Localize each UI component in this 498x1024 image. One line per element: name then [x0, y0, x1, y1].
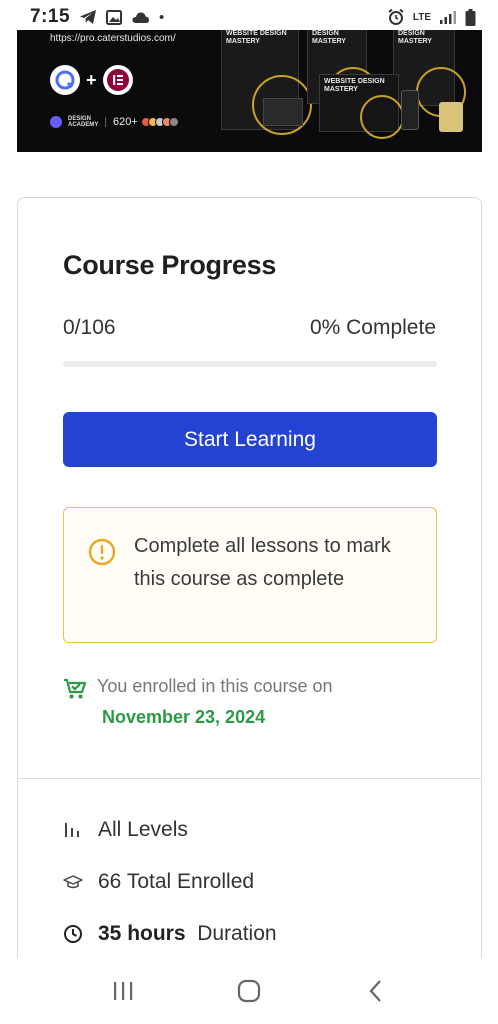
duration-value: 35 hours: [98, 922, 186, 945]
back-chevron-icon: [369, 980, 381, 1002]
recent-apps-icon: [114, 982, 133, 1000]
back-button[interactable]: [355, 971, 395, 1011]
banner-phone-shape: [401, 90, 419, 130]
clock-icon: [64, 925, 82, 943]
banner-laptop-shape: [263, 98, 303, 126]
elementor-logo: [102, 65, 133, 95]
banner-enrolled-count: 620+: [112, 116, 138, 128]
system-nav-bar: [0, 958, 498, 1024]
plus-icon: +: [86, 69, 97, 90]
meta-enrolled: 66 Total Enrolled: [63, 870, 254, 894]
card-title: Course Progress: [63, 250, 277, 280]
meta-level-text: All Levels: [98, 818, 188, 841]
status-bar: 7:15 • LTE: [0, 0, 498, 34]
banner-url: https://pro.caterstudios.com/: [50, 33, 176, 44]
network-type-label: LTE: [412, 11, 431, 23]
course-banner-image: https://pro.caterstudios.com/ + DESIGN AC…: [17, 30, 482, 152]
recent-apps-button[interactable]: [103, 971, 143, 1011]
meta-duration: 35 hours Duration: [63, 922, 277, 946]
gallery-icon: [106, 9, 123, 25]
brand-q-logo: [50, 65, 80, 95]
cart-check-icon: [64, 678, 87, 699]
academy-label: DESIGN ACADEMY: [68, 116, 99, 128]
banner-academy-row: DESIGN ACADEMY | 620+: [50, 116, 179, 128]
progress-count: 0/106: [63, 316, 116, 339]
enroll-date: November 23, 2024: [102, 707, 266, 727]
telegram-icon: [80, 10, 97, 24]
duration-label: Duration: [197, 922, 277, 945]
notice-text: Complete all lessons to mark this course…: [134, 535, 391, 590]
home-button[interactable]: [229, 971, 269, 1011]
progress-bar: [63, 361, 437, 367]
start-learning-button[interactable]: Start Learning: [63, 412, 437, 467]
course-progress-card: Course Progress 0/106 0% Complete Start …: [17, 197, 482, 977]
warning-circle-icon: [88, 538, 116, 566]
enroll-text: You enrolled in this course on: [97, 676, 333, 696]
level-bars-icon: [65, 823, 79, 837]
progress-percent: 0% Complete: [309, 316, 436, 339]
banner-mockup-4: WEBSITE DESIGN MASTERY: [319, 74, 404, 139]
battery-icon: [465, 8, 476, 26]
graduation-cap-icon: [63, 875, 83, 889]
completion-notice: Complete all lessons to mark this course…: [63, 507, 437, 643]
home-icon: [237, 979, 261, 1003]
cloud-icon: [132, 11, 150, 23]
card-divider: [18, 778, 481, 779]
banner-logos: +: [50, 65, 133, 95]
meta-enrolled-text: 66 Total Enrolled: [98, 870, 255, 893]
meta-duration-text: 35 hours Duration: [98, 922, 277, 946]
signal-icon: [440, 11, 456, 24]
status-time: 7:15: [30, 6, 71, 27]
academy-logo-icon: [50, 116, 62, 128]
banner-avatars: [140, 117, 179, 127]
notification-dot-icon: •: [159, 8, 165, 26]
alarm-icon: [388, 8, 404, 25]
banner-badge-shape: [439, 102, 463, 132]
meta-level: All Levels: [63, 818, 188, 842]
